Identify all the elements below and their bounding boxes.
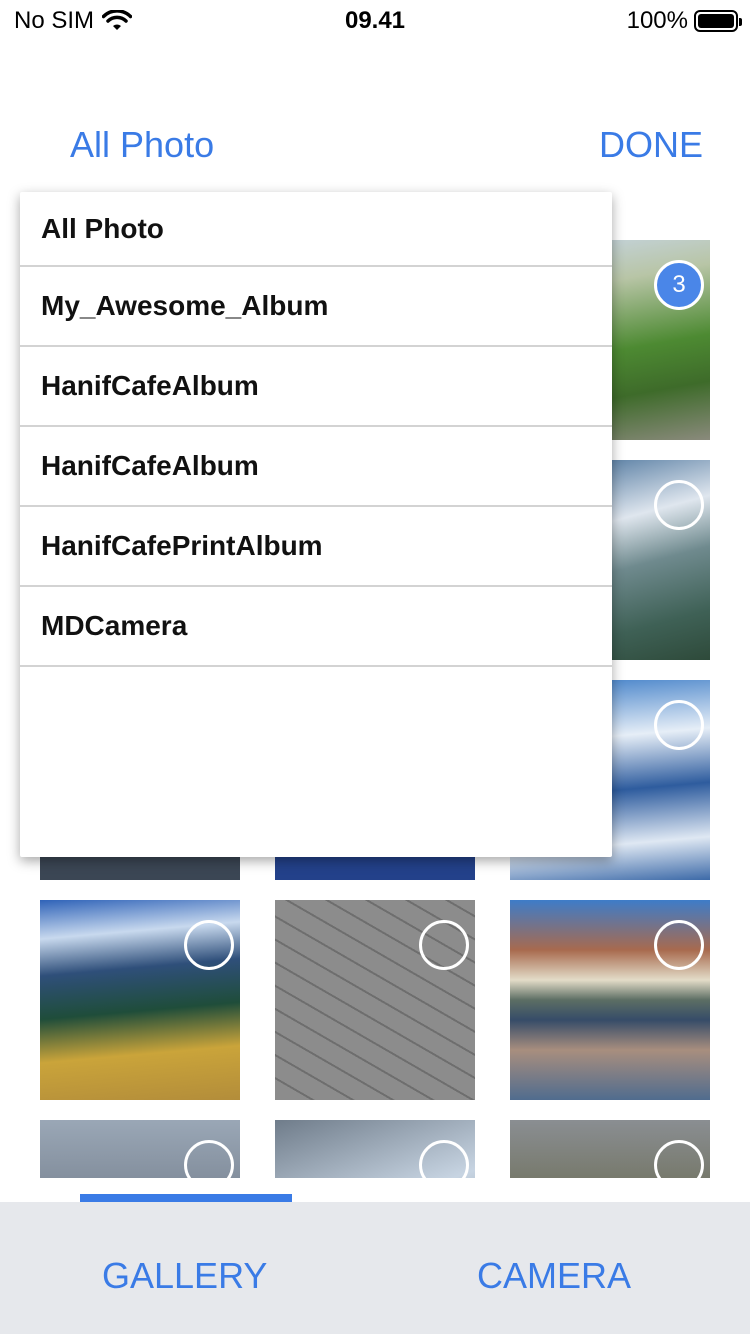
- album-option[interactable]: HanifCafePrintAlbum: [20, 507, 612, 587]
- battery-percent: 100%: [626, 7, 688, 34]
- album-selector-button[interactable]: All Photo: [70, 124, 214, 166]
- album-option[interactable]: HanifCafeAlbum: [20, 347, 612, 427]
- album-dropdown: All Photo My_Awesome_Album HanifCafeAlbu…: [20, 192, 612, 857]
- selection-badge[interactable]: [184, 920, 234, 970]
- photo-tile[interactable]: [40, 900, 240, 1100]
- photo-tile[interactable]: [510, 1120, 710, 1178]
- photo-tile[interactable]: [275, 900, 475, 1100]
- tab-gallery[interactable]: GALLERY: [102, 1255, 267, 1297]
- selection-badge[interactable]: 3: [654, 260, 704, 310]
- selection-badge[interactable]: [654, 480, 704, 530]
- battery-icon: [694, 10, 742, 32]
- selection-badge[interactable]: [654, 920, 704, 970]
- album-option[interactable]: All Photo: [20, 192, 612, 267]
- done-button[interactable]: DONE: [599, 124, 703, 166]
- active-tab-indicator: [80, 1194, 292, 1202]
- selection-badge[interactable]: [654, 700, 704, 750]
- photo-tile[interactable]: [275, 1120, 475, 1178]
- album-option[interactable]: HanifCafeAlbum: [20, 427, 612, 507]
- album-option[interactable]: MDCamera: [20, 587, 612, 667]
- album-option[interactable]: My_Awesome_Album: [20, 267, 612, 347]
- battery-group: 100%: [626, 7, 742, 35]
- selection-badge[interactable]: [419, 920, 469, 970]
- nav-bar: All Photo DONE: [0, 110, 750, 180]
- photo-tile[interactable]: [40, 1120, 240, 1178]
- photo-tile[interactable]: [510, 900, 710, 1100]
- status-bar: No SIM 09.41 100%: [0, 0, 750, 40]
- tab-camera[interactable]: CAMERA: [477, 1255, 631, 1297]
